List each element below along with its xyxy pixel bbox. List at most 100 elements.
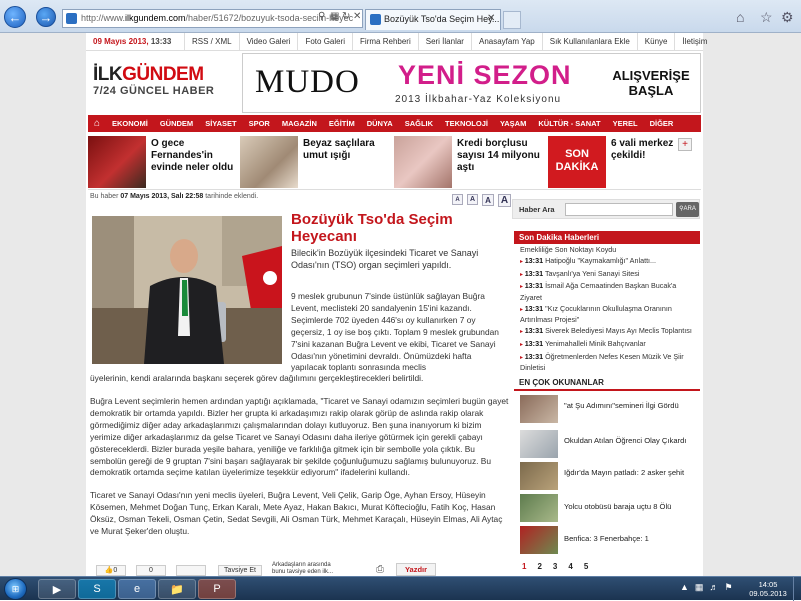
recommend-button[interactable]: Tavsiye Et <box>218 565 262 576</box>
active-tab[interactable]: Bozüyük Tso'da Seçim Hey... <box>365 9 501 30</box>
network-icon[interactable]: ▦ <box>695 582 704 593</box>
article-photo-image <box>92 216 282 364</box>
top-link-rss[interactable]: RSS / XML <box>184 33 239 51</box>
list-item[interactable]: ▸ 13:31 Öğretmenlerden Nefes Kesen Müzik… <box>520 352 700 373</box>
nav-other[interactable]: DİĞER <box>644 119 680 128</box>
nav-world[interactable]: DÜNYA <box>361 119 399 128</box>
stop-icon[interactable]: ✕ <box>353 11 361 22</box>
page-link[interactable]: 5 <box>584 562 588 571</box>
media-player-icon[interactable]: ▶ <box>38 579 76 599</box>
search-dropdown-icon[interactable]: ⚲ <box>318 11 325 22</box>
nav-culture[interactable]: KÜLTÜR - SANAT <box>532 119 606 128</box>
share-counter-empty[interactable] <box>176 565 206 576</box>
back-arrow-icon[interactable]: ← <box>4 6 26 28</box>
printer-icon[interactable]: ⎙ <box>376 564 384 575</box>
home-icon[interactable]: ⌂ <box>88 115 106 132</box>
flag-icon[interactable]: ⚑ <box>724 582 732 593</box>
search-button[interactable]: ⚲ARA <box>676 202 699 217</box>
font-size-s-button[interactable]: A <box>467 194 478 205</box>
powerpoint-icon[interactable]: P <box>198 579 236 599</box>
article-photo <box>92 216 282 364</box>
nav-sports[interactable]: SPOR <box>243 119 276 128</box>
refresh-icon[interactable]: ↻ <box>342 11 350 22</box>
teaser-item[interactable]: Kredi borçlusu sayısı 14 milyonu aştı <box>394 136 544 188</box>
tray-arrow-icon[interactable]: ▲ <box>680 582 689 593</box>
list-item[interactable]: Benfica: 3 Fenerbahçe: 1 <box>520 526 700 556</box>
top-link-firms[interactable]: Firma Rehberi <box>352 33 418 51</box>
top-link-photo[interactable]: Foto Galeri <box>297 33 352 51</box>
current-date: 09 Mayıs 2013, 13:33 <box>93 37 172 46</box>
nav-magazine[interactable]: MAGAZİN <box>276 119 323 128</box>
list-item[interactable]: Yolcu otobüsü baraja uçtu 8 Ölü <box>520 494 700 524</box>
page-link[interactable]: 2 <box>537 562 541 571</box>
top-link-imprint[interactable]: Künye <box>636 33 675 51</box>
article-paragraph: üyelerinin, kendi aralarında başkanı seç… <box>90 373 424 383</box>
nav-economy[interactable]: EKONOMİ <box>106 119 154 128</box>
page-link[interactable]: 3 <box>553 562 557 571</box>
url-domain: ilkgundem.com <box>125 13 186 23</box>
list-item[interactable]: ▸ 13:31 İsmail Ağa Cemaatinden Başkan Bu… <box>520 281 700 302</box>
internet-explorer-icon[interactable]: e <box>118 579 156 599</box>
list-item[interactable]: Okuldan Atılan Öğrenci Olay Çıkardı <box>520 430 700 460</box>
tab-title: Bozüyük Tso'da Seçim Hey... <box>384 14 500 24</box>
nav-agenda[interactable]: GÜNDEM <box>154 119 199 128</box>
forward-arrow-icon[interactable]: → <box>36 7 56 27</box>
teaser-item[interactable]: O gece Fernandes'in evinde neler oldu <box>88 136 238 188</box>
list-item[interactable]: ▸ 13:31 Hatipoğlu "Kaymakamlığı" Anlattı… <box>520 256 700 268</box>
facebook-recommend-text: Arkadaşların arasında bunu tavsiye eden i… <box>272 562 334 575</box>
list-item[interactable]: ▸ 13:31 Siverek Belediyesi Mayıs Ayı Mec… <box>520 326 700 338</box>
list-item[interactable]: ▸ 13:31 Yenimahalleli Minik Bahçıvanlar <box>520 339 700 351</box>
nav-life[interactable]: YAŞAM <box>494 119 532 128</box>
search-input[interactable] <box>565 203 673 216</box>
top-link-favorites[interactable]: Sık Kullanılanlara Ekle <box>541 33 637 51</box>
list-item[interactable]: ▸ 13:31 Tavşanlı'ya Yeni Sanayi Sitesi <box>520 269 700 281</box>
start-button[interactable]: ⊞ <box>4 578 27 600</box>
close-tab-icon[interactable]: ✕ <box>487 13 495 24</box>
font-size-l-button[interactable]: A <box>498 194 511 207</box>
thumbnail <box>520 462 558 490</box>
banner-brand: MUDO <box>255 64 360 100</box>
volume-icon[interactable]: ♬ <box>709 582 718 593</box>
font-size-xs-button[interactable]: A <box>452 194 463 205</box>
gear-icon[interactable]: ⚙ <box>781 9 794 26</box>
top-link-classifieds[interactable]: Seri İlanlar <box>417 33 471 51</box>
teaser-next-button[interactable]: + <box>678 138 692 151</box>
share-counter[interactable]: 0 <box>136 565 166 576</box>
page-link[interactable]: 1 <box>522 562 526 571</box>
compat-view-icon[interactable]: ▦ <box>330 11 339 22</box>
nav-politics[interactable]: SİYASET <box>199 119 242 128</box>
system-clock[interactable]: 14:05 09.05.2013 <box>748 580 788 598</box>
list-item[interactable]: Iğdır'da Mayın patladı: 2 asker şehit <box>520 462 700 492</box>
site-logo[interactable]: İLKGÜNDEM 7/24 GÜNCEL HABER <box>93 65 228 105</box>
show-desktop-button[interactable] <box>793 577 801 601</box>
like-counter[interactable]: 👍0 <box>96 565 126 576</box>
list-item[interactable]: ▸ 13:31 "Kız Çocuklarının Okullulaşma Or… <box>520 304 700 325</box>
son-dakika-header: Son Dakika Haberleri <box>514 231 700 244</box>
list-item[interactable]: Emekliliğe Son Noktayı Koydu <box>520 245 700 255</box>
nav-health[interactable]: SAĞLIK <box>399 119 439 128</box>
nav-education[interactable]: EĞİTİM <box>323 119 361 128</box>
star-icon[interactable]: ☆ <box>760 9 773 26</box>
site-top-bar: 09 Mayıs 2013, 13:33 RSS / XML Video Gal… <box>86 33 707 51</box>
new-tab-button[interactable] <box>503 11 521 29</box>
teaser-item[interactable]: Beyaz saçlılara umut ışığı <box>240 136 390 188</box>
font-size-controls: A A A A <box>452 194 511 207</box>
folder-icon[interactable]: 📁 <box>158 579 196 599</box>
list-item[interactable]: "at Şu Adımını"semineri İlgi Gördü <box>520 395 700 425</box>
skype-icon[interactable]: S <box>78 579 116 599</box>
nav-technology[interactable]: TEKNOLOJİ <box>439 119 494 128</box>
windows-taskbar: ⊞ ▶ S e 📁 P ▲ ▦ ♬ ⚑ 14:05 09.05.2013 <box>0 576 801 601</box>
search-label: Haber Ara <box>519 205 555 214</box>
article-title: Bozüyük Tso'da Seçim Heyecanı <box>291 211 453 245</box>
banner-cta: ALIŞVERİŞE BAŞLA <box>612 68 690 98</box>
teaser-item[interactable]: SON DAKİKA 6 vali merkez çekildi! <box>548 136 698 188</box>
top-link-video[interactable]: Video Galeri <box>238 33 298 51</box>
nav-local[interactable]: YEREL <box>607 119 644 128</box>
top-link-contact[interactable]: İletişim <box>674 33 714 51</box>
ad-banner[interactable]: MUDO YENİ SEZON 2013 İlkbahar-Yaz Koleks… <box>242 53 701 113</box>
print-button[interactable]: Yazdır <box>396 563 436 576</box>
top-link-homepage[interactable]: Anasayfam Yap <box>470 33 542 51</box>
page-link[interactable]: 4 <box>568 562 572 571</box>
home-icon[interactable]: ⌂ <box>736 9 744 25</box>
font-size-m-button[interactable]: A <box>482 194 494 206</box>
